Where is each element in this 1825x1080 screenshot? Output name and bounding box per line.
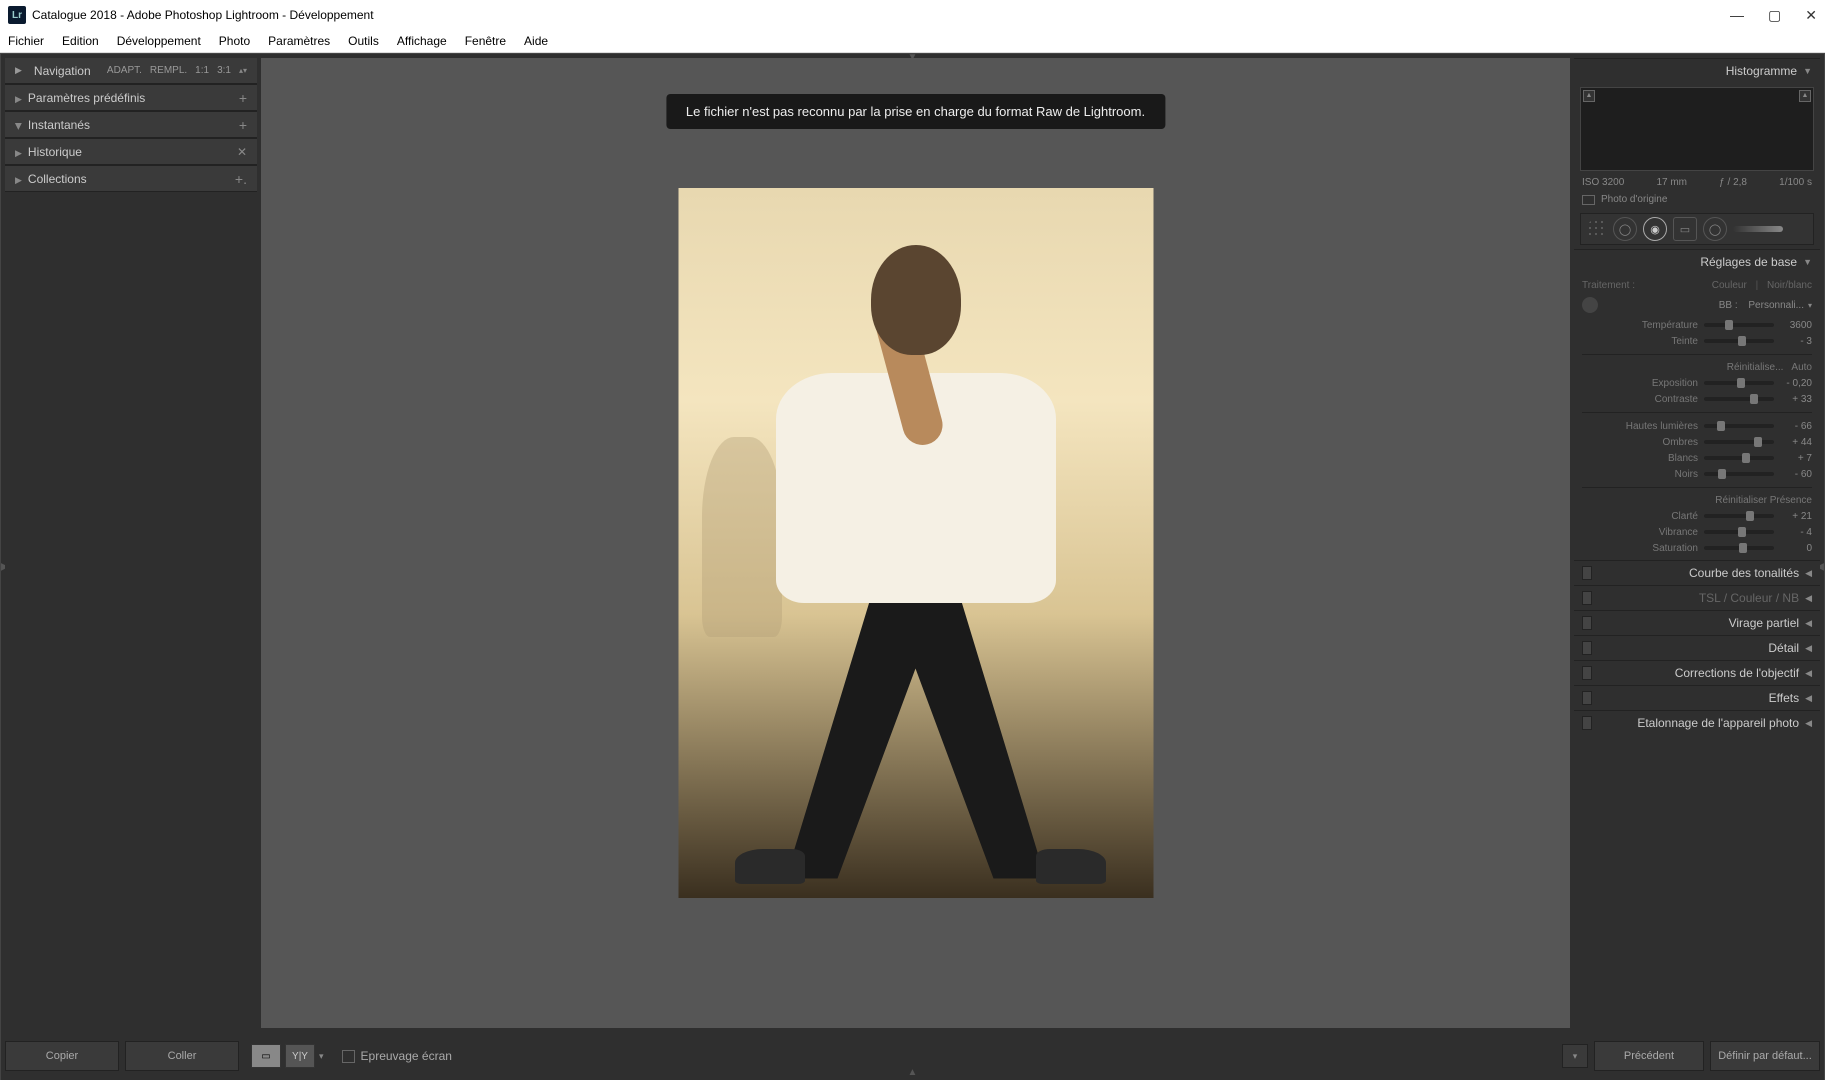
saturation-slider[interactable] bbox=[1704, 546, 1774, 550]
toolbar-footer: Copier Coller ▭ Y|Y ▾ Epreuvage écran ▾ … bbox=[5, 1036, 1820, 1076]
minimize-button[interactable]: — bbox=[1730, 7, 1744, 24]
tone-reset[interactable]: Réinitialise... bbox=[1727, 362, 1784, 373]
wb-dropper-icon[interactable] bbox=[1579, 294, 1602, 317]
histogram[interactable]: ▲ ▲ bbox=[1580, 87, 1814, 171]
exposure-slider[interactable] bbox=[1704, 381, 1774, 385]
treatment-color[interactable]: Couleur bbox=[1712, 280, 1747, 291]
app-icon: Lr bbox=[8, 6, 26, 24]
original-photo-toggle[interactable]: Photo d'origine bbox=[1574, 190, 1820, 209]
title-bar: Lr Catalogue 2018 - Adobe Photoshop Ligh… bbox=[0, 0, 1825, 30]
image-canvas[interactable]: Le fichier n'est pas reconnu par la pris… bbox=[261, 58, 1570, 1028]
brush-tool-icon[interactable] bbox=[1733, 226, 1783, 232]
treatment-bw[interactable]: Noir/blanc bbox=[1767, 280, 1812, 291]
copy-button[interactable]: Copier bbox=[5, 1041, 119, 1071]
blacks-slider[interactable] bbox=[1704, 472, 1774, 476]
wb-dropdown[interactable]: BB : Personnali... ▾ bbox=[1719, 300, 1812, 311]
panel-switch-icon[interactable] bbox=[1582, 716, 1592, 730]
basic-header[interactable]: Réglages de base▼ bbox=[1574, 250, 1820, 274]
whites-slider[interactable] bbox=[1704, 456, 1774, 460]
history-header[interactable]: ▶Historique ✕ bbox=[5, 138, 257, 165]
reset-button[interactable]: Définir par défaut... bbox=[1710, 1041, 1820, 1071]
preview-image bbox=[678, 188, 1153, 898]
clarity-slider[interactable] bbox=[1704, 514, 1774, 518]
menu-develop[interactable]: Développement bbox=[117, 34, 201, 48]
presets-header[interactable]: ▶Paramètres prédéfinis + bbox=[5, 84, 257, 111]
nav-mode-fill[interactable]: REMPL. bbox=[150, 65, 187, 76]
paste-button[interactable]: Coller bbox=[125, 1041, 239, 1071]
spot-tool-icon[interactable]: ◯ bbox=[1613, 217, 1637, 241]
shadow-clip-icon[interactable]: ▲ bbox=[1583, 90, 1595, 102]
temp-slider[interactable] bbox=[1704, 323, 1774, 327]
menu-bar: Fichier Edition Développement Photo Para… bbox=[0, 30, 1825, 53]
contrast-slider[interactable] bbox=[1704, 397, 1774, 401]
previous-button[interactable]: Précédent bbox=[1594, 1041, 1704, 1071]
shadows-slider[interactable] bbox=[1704, 440, 1774, 444]
error-toast: Le fichier n'est pas reconnu par la pris… bbox=[666, 94, 1165, 129]
menu-edit[interactable]: Edition bbox=[62, 34, 99, 48]
right-panel: Histogramme▼ ▲ ▲ ISO 3200 17 mm ƒ / 2,8 … bbox=[1574, 58, 1820, 1028]
panel-switch-icon[interactable] bbox=[1582, 691, 1592, 705]
add-snapshot-icon[interactable]: + bbox=[239, 117, 247, 133]
panel-switch-icon[interactable] bbox=[1582, 641, 1592, 655]
exif-info: ISO 3200 17 mm ƒ / 2,8 1/100 s bbox=[1574, 175, 1820, 190]
tone-auto[interactable]: Auto bbox=[1791, 362, 1812, 373]
menu-window[interactable]: Fenêtre bbox=[465, 34, 506, 48]
add-preset-icon[interactable]: + bbox=[239, 90, 247, 106]
radial-tool-icon[interactable]: ◯ bbox=[1703, 217, 1727, 241]
split-tone-header[interactable]: Virage partiel◀ bbox=[1574, 611, 1820, 635]
histogram-header[interactable]: Histogramme▼ bbox=[1574, 59, 1820, 83]
tint-slider[interactable] bbox=[1704, 339, 1774, 343]
maximize-button[interactable]: ▢ bbox=[1768, 7, 1781, 24]
presence-reset[interactable]: Réinitialiser Présence bbox=[1715, 495, 1812, 506]
left-panel: ▶ Navigation ADAPT. REMPL. 1:1 3:1 ▴▾ ▶P… bbox=[5, 58, 257, 1018]
nav-mode-3to1[interactable]: 3:1 bbox=[217, 65, 231, 76]
effects-header[interactable]: Effets◀ bbox=[1574, 686, 1820, 710]
compare-view-icon[interactable]: Y|Y bbox=[285, 1044, 315, 1068]
snapshots-header[interactable]: ▶Instantanés + bbox=[5, 111, 257, 138]
softproof-toggle[interactable]: Epreuvage écran bbox=[342, 1049, 452, 1063]
nav-mode-1to1[interactable]: 1:1 bbox=[195, 65, 209, 76]
window-title: Catalogue 2018 - Adobe Photoshop Lightro… bbox=[32, 8, 374, 22]
menu-help[interactable]: Aide bbox=[524, 34, 548, 48]
add-collection-icon[interactable]: +. bbox=[235, 171, 247, 187]
treatment-label: Traitement : bbox=[1582, 280, 1635, 291]
menu-file[interactable]: Fichier bbox=[8, 34, 44, 48]
view-dropdown-icon[interactable]: ▾ bbox=[319, 1051, 324, 1062]
detail-header[interactable]: Détail◀ bbox=[1574, 636, 1820, 660]
loupe-view-icon[interactable]: ▭ bbox=[251, 1044, 281, 1068]
vibrance-slider[interactable] bbox=[1704, 530, 1774, 534]
navigator-header[interactable]: ▶ Navigation ADAPT. REMPL. 1:1 3:1 ▴▾ bbox=[5, 58, 257, 84]
tool-strip: ◯ ◉ ▭ ◯ bbox=[1580, 213, 1814, 245]
menu-params[interactable]: Paramètres bbox=[268, 34, 330, 48]
redeye-tool-icon[interactable]: ◉ bbox=[1643, 217, 1667, 241]
panel-switch-icon[interactable] bbox=[1582, 616, 1592, 630]
gradient-tool-icon[interactable]: ▭ bbox=[1673, 217, 1697, 241]
panel-switch-icon[interactable] bbox=[1582, 666, 1592, 680]
close-button[interactable]: ✕ bbox=[1805, 7, 1817, 24]
hsl-header[interactable]: TSL / Couleur / NB◀ bbox=[1574, 586, 1820, 610]
highlights-slider[interactable] bbox=[1704, 424, 1774, 428]
menu-display[interactable]: Affichage bbox=[397, 34, 447, 48]
collections-header[interactable]: ▶Collections +. bbox=[5, 165, 257, 192]
tone-curve-header[interactable]: Courbe des tonalités◀ bbox=[1574, 561, 1820, 585]
lens-header[interactable]: Corrections de l'objectif◀ bbox=[1574, 661, 1820, 685]
nav-mode-adapt[interactable]: ADAPT. bbox=[107, 65, 142, 76]
menu-tools[interactable]: Outils bbox=[348, 34, 379, 48]
crop-tool-icon[interactable] bbox=[1587, 219, 1607, 239]
calibration-header[interactable]: Etalonnage de l'appareil photo◀ bbox=[1574, 711, 1820, 735]
clear-history-icon[interactable]: ✕ bbox=[237, 145, 247, 159]
panel-switch-icon[interactable] bbox=[1582, 591, 1592, 605]
toolbar-dropdown[interactable]: ▾ bbox=[1562, 1044, 1588, 1068]
highlight-clip-icon[interactable]: ▲ bbox=[1799, 90, 1811, 102]
menu-photo[interactable]: Photo bbox=[219, 34, 250, 48]
panel-switch-icon[interactable] bbox=[1582, 566, 1592, 580]
